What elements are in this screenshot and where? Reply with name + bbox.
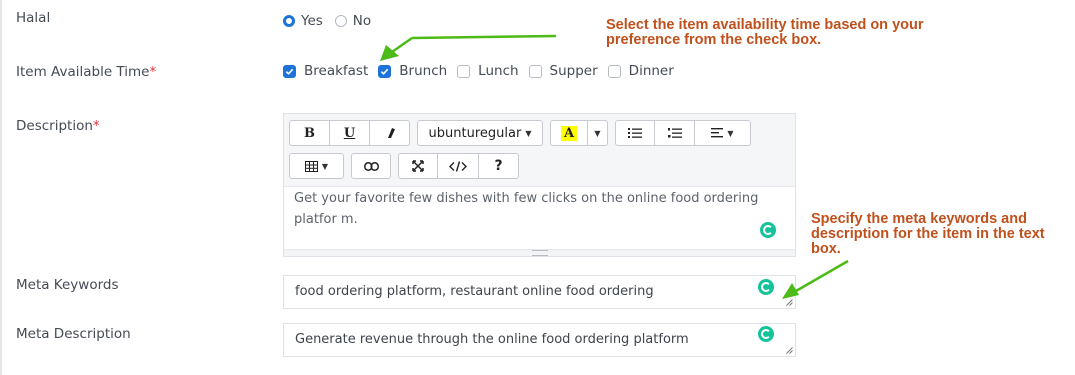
halal-yes-label[interactable]: Yes bbox=[301, 13, 323, 29]
brunch-label[interactable]: Brunch bbox=[399, 63, 447, 79]
table-icon bbox=[304, 160, 318, 172]
supper-checkbox[interactable] bbox=[528, 64, 542, 78]
meta-keywords-label: Meta Keywords bbox=[16, 277, 119, 293]
available-time-checkbox-group: Breakfast Brunch Lunch Supper Dinner bbox=[283, 62, 684, 80]
caret-down-icon: ▼ bbox=[594, 128, 601, 138]
font-name-dropdown[interactable]: ubunturegular ▼ bbox=[417, 120, 543, 146]
required-mark: * bbox=[149, 64, 157, 80]
meta-keywords-value: food ordering platform, restaurant onlin… bbox=[295, 284, 654, 299]
resize-corner-icon[interactable] bbox=[786, 347, 793, 354]
editor-toolbar: B U ubunturegular ▼ A ▼ ▼ ▼ ? bbox=[284, 114, 795, 187]
resize-corner-icon[interactable] bbox=[786, 299, 793, 306]
meta-description-label: Meta Description bbox=[16, 326, 131, 342]
halal-radio-group: Yes No bbox=[283, 12, 383, 30]
grammarly-icon[interactable] bbox=[760, 222, 776, 238]
fullscreen-icon bbox=[412, 160, 424, 172]
underline-button[interactable]: U bbox=[330, 120, 370, 146]
meta-description-input[interactable]: Generate revenue through the online food… bbox=[283, 323, 796, 357]
meta-annotation: Specify the meta keywords and descriptio… bbox=[811, 211, 1045, 257]
supper-label[interactable]: Supper bbox=[550, 63, 598, 79]
link-button[interactable] bbox=[351, 153, 391, 179]
description-editor-content[interactable]: Get your favorite few dishes with few cl… bbox=[294, 188, 779, 230]
breakfast-checkbox[interactable] bbox=[283, 64, 296, 78]
bold-button[interactable]: B bbox=[289, 120, 330, 146]
code-view-button[interactable] bbox=[438, 153, 479, 179]
caret-down-icon: ▼ bbox=[525, 128, 532, 138]
meta-description-value: Generate revenue through the online food… bbox=[295, 332, 689, 347]
link-icon bbox=[363, 161, 379, 171]
halal-yes-radio[interactable] bbox=[283, 15, 295, 27]
grammarly-icon[interactable] bbox=[758, 326, 774, 342]
meta-keywords-input[interactable]: food ordering platform, restaurant onlin… bbox=[283, 275, 796, 309]
dinner-checkbox[interactable] bbox=[607, 64, 621, 78]
unordered-list-button[interactable] bbox=[615, 120, 655, 146]
availability-annotation: Select the item availability time based … bbox=[606, 17, 924, 48]
paragraph-align-dropdown[interactable]: ▼ bbox=[695, 120, 751, 146]
description-label: Description* bbox=[16, 118, 100, 134]
ordered-list-icon bbox=[667, 128, 682, 138]
required-mark: * bbox=[92, 118, 100, 134]
lunch-checkbox[interactable] bbox=[457, 64, 471, 78]
help-button[interactable]: ? bbox=[479, 153, 519, 179]
lunch-label[interactable]: Lunch bbox=[478, 63, 518, 79]
caret-down-icon: ▼ bbox=[321, 161, 329, 171]
font-name-value: ubunturegular bbox=[428, 125, 522, 141]
description-editor: B U ubunturegular ▼ A ▼ ▼ ▼ ? Get your f… bbox=[283, 113, 796, 257]
text-color-dropdown[interactable]: ▼ bbox=[588, 120, 608, 146]
resize-grip-icon[interactable] bbox=[532, 250, 548, 256]
align-icon bbox=[711, 128, 724, 138]
highlight-icon: A bbox=[560, 125, 578, 141]
grammarly-icon[interactable] bbox=[758, 279, 774, 295]
unordered-list-icon bbox=[628, 128, 642, 138]
breakfast-label[interactable]: Breakfast bbox=[304, 63, 368, 79]
left-border bbox=[0, 0, 2, 375]
code-view-icon bbox=[449, 160, 467, 172]
text-color-button[interactable]: A bbox=[550, 120, 588, 146]
fullscreen-button[interactable] bbox=[398, 153, 438, 179]
dinner-label[interactable]: Dinner bbox=[629, 63, 674, 79]
available-time-label: Item Available Time* bbox=[16, 64, 157, 80]
caret-down-icon: ▼ bbox=[727, 128, 734, 138]
halal-no-label[interactable]: No bbox=[353, 13, 371, 29]
brunch-checkbox[interactable] bbox=[378, 64, 392, 78]
ordered-list-button[interactable] bbox=[655, 120, 695, 146]
halal-label: Halal bbox=[16, 10, 51, 26]
halal-no-radio[interactable] bbox=[334, 15, 347, 27]
clear-format-button[interactable] bbox=[370, 120, 410, 146]
eraser-icon bbox=[387, 128, 395, 138]
availability-arrow bbox=[380, 34, 557, 61]
table-dropdown[interactable]: ▼ bbox=[289, 153, 344, 179]
